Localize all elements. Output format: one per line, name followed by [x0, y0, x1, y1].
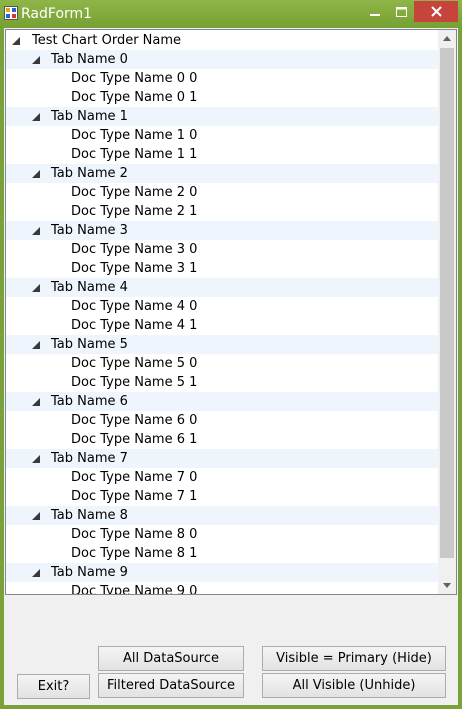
vertical-scrollbar[interactable] — [438, 30, 456, 594]
tree-node-tab[interactable]: Tab Name 5 — [6, 335, 438, 354]
tree-node-doc-type[interactable]: Doc Type Name 5 0 — [6, 354, 438, 373]
tree-node-label: Doc Type Name 4 1 — [71, 318, 198, 333]
tree-node-label: Doc Type Name 6 0 — [71, 413, 198, 428]
tree-node-label: Tab Name 5 — [51, 337, 128, 352]
exit-button[interactable]: Exit? — [17, 674, 90, 699]
tree-node-doc-type[interactable]: Doc Type Name 1 1 — [6, 145, 438, 164]
tree-node-label: Tab Name 8 — [51, 508, 128, 523]
tree-node-label: Doc Type Name 3 1 — [71, 261, 198, 276]
tree-node-doc-type[interactable]: Doc Type Name 1 0 — [6, 126, 438, 145]
tree-node-doc-type[interactable]: Doc Type Name 9 0 — [6, 582, 438, 595]
tree-node-label: Tab Name 9 — [51, 565, 128, 580]
all-visible-unhide-button[interactable]: All Visible (Unhide) — [262, 673, 446, 698]
tree-node-label: Tab Name 6 — [51, 394, 128, 409]
tree-node-label: Tab Name 7 — [51, 451, 128, 466]
tree-node-label: Doc Type Name 0 1 — [71, 90, 198, 105]
tree-node-label: Doc Type Name 5 1 — [71, 375, 198, 390]
tree-node-doc-type[interactable]: Doc Type Name 6 0 — [6, 411, 438, 430]
tree-node-doc-type[interactable]: Doc Type Name 8 1 — [6, 544, 438, 563]
scrollbar-thumb[interactable] — [440, 48, 454, 558]
expand-collapse-icon[interactable] — [32, 392, 42, 411]
maximize-button[interactable] — [388, 1, 414, 22]
filtered-datasource-button[interactable]: Filtered DataSource — [98, 673, 244, 698]
tree-node-label: Doc Type Name 6 1 — [71, 432, 198, 447]
window-title: RadForm1 — [21, 6, 93, 22]
tree-node-doc-type[interactable]: Doc Type Name 6 1 — [6, 430, 438, 449]
tree-node-doc-type[interactable]: Doc Type Name 0 0 — [6, 69, 438, 88]
tree-node-label: Doc Type Name 4 0 — [71, 299, 198, 314]
tree-node-tab[interactable]: Tab Name 4 — [6, 278, 438, 297]
tree-node-doc-type[interactable]: Doc Type Name 7 1 — [6, 487, 438, 506]
arrow-up-icon — [443, 36, 451, 41]
arrow-down-icon — [443, 583, 451, 588]
tree-node-label: Doc Type Name 2 0 — [71, 185, 198, 200]
expand-collapse-icon[interactable] — [12, 31, 22, 50]
tree-node-doc-type[interactable]: Doc Type Name 3 0 — [6, 240, 438, 259]
app-icon[interactable] — [4, 6, 18, 20]
minimize-button[interactable] — [362, 1, 388, 22]
expand-collapse-icon[interactable] — [32, 221, 42, 240]
tree-node-label: Doc Type Name 3 0 — [71, 242, 198, 257]
tree-node-label: Doc Type Name 0 0 — [71, 71, 198, 86]
tree-node-doc-type[interactable]: Doc Type Name 7 0 — [6, 468, 438, 487]
expand-collapse-icon[interactable] — [32, 278, 42, 297]
tree-node-label: Tab Name 2 — [51, 166, 128, 181]
tree-node-label: Tab Name 0 — [51, 52, 128, 67]
close-button[interactable] — [414, 1, 458, 22]
expand-collapse-icon[interactable] — [32, 164, 42, 183]
scroll-up-button[interactable] — [438, 30, 456, 47]
tree-node-tab[interactable]: Tab Name 0 — [6, 50, 438, 69]
tree-node-label: Doc Type Name 9 0 — [71, 584, 198, 595]
tree-node-tab[interactable]: Tab Name 8 — [6, 506, 438, 525]
tree-node-doc-type[interactable]: Doc Type Name 2 0 — [6, 183, 438, 202]
tree-node-label: Doc Type Name 8 0 — [71, 527, 198, 542]
tree-node-label: Doc Type Name 2 1 — [71, 204, 198, 219]
minimize-icon — [370, 13, 380, 16]
tree-node-label: Doc Type Name 5 0 — [71, 356, 198, 371]
tree-node-label: Tab Name 4 — [51, 280, 128, 295]
tree-node-label: Doc Type Name 7 1 — [71, 489, 198, 504]
form-client-area: Test Chart Order Name Tab Name 0 Doc Type … — [4, 28, 458, 705]
tree-node-doc-type[interactable]: Doc Type Name 8 0 — [6, 525, 438, 544]
title-bar[interactable]: RadForm1 — [0, 0, 462, 28]
maximize-icon — [395, 6, 407, 17]
tree-node-doc-type[interactable]: Doc Type Name 3 1 — [6, 259, 438, 278]
tree-node-label: Test Chart Order Name — [32, 33, 182, 48]
tree-node-label: Doc Type Name 1 0 — [71, 128, 198, 143]
tree-node-label: Doc Type Name 1 1 — [71, 147, 198, 162]
close-icon — [430, 6, 442, 17]
tree-node-tab[interactable]: Tab Name 3 — [6, 221, 438, 240]
tree-node-doc-type[interactable]: Doc Type Name 4 1 — [6, 316, 438, 335]
tree-node-doc-type[interactable]: Doc Type Name 2 1 — [6, 202, 438, 221]
tree-node-tab[interactable]: Tab Name 1 — [6, 107, 438, 126]
tree-node-doc-type[interactable]: Doc Type Name 4 0 — [6, 297, 438, 316]
tree-node-label: Tab Name 3 — [51, 223, 128, 238]
expand-collapse-icon[interactable] — [32, 50, 42, 69]
expand-collapse-icon[interactable] — [32, 107, 42, 126]
app-window: RadForm1 Test Chart Order Name Tab Name 0… — [0, 0, 462, 709]
tree-node-doc-type[interactable]: Doc Type Name 5 1 — [6, 373, 438, 392]
tree-node-label: Tab Name 1 — [51, 109, 128, 124]
expand-collapse-icon[interactable] — [32, 506, 42, 525]
expand-collapse-icon[interactable] — [32, 449, 42, 468]
tree-node-tab[interactable]: Tab Name 2 — [6, 164, 438, 183]
scroll-down-button[interactable] — [438, 577, 456, 594]
tree-node-label: Doc Type Name 7 0 — [71, 470, 198, 485]
tree-rows: Test Chart Order Name Tab Name 0 Doc Type … — [6, 31, 438, 595]
tree-node-tab[interactable]: Tab Name 7 — [6, 449, 438, 468]
tree-node-label: Doc Type Name 8 1 — [71, 546, 198, 561]
tree-node-tab[interactable]: Tab Name 9 — [6, 563, 438, 582]
visible-primary-hide-button[interactable]: Visible = Primary (Hide) — [262, 646, 446, 671]
tree-view[interactable]: Test Chart Order Name Tab Name 0 Doc Type … — [5, 29, 457, 595]
tree-node-root[interactable]: Test Chart Order Name — [6, 31, 438, 50]
expand-collapse-icon[interactable] — [32, 335, 42, 354]
all-datasource-button[interactable]: All DataSource — [98, 646, 244, 671]
expand-collapse-icon[interactable] — [32, 563, 42, 582]
tree-node-tab[interactable]: Tab Name 6 — [6, 392, 438, 411]
tree-node-doc-type[interactable]: Doc Type Name 0 1 — [6, 88, 438, 107]
